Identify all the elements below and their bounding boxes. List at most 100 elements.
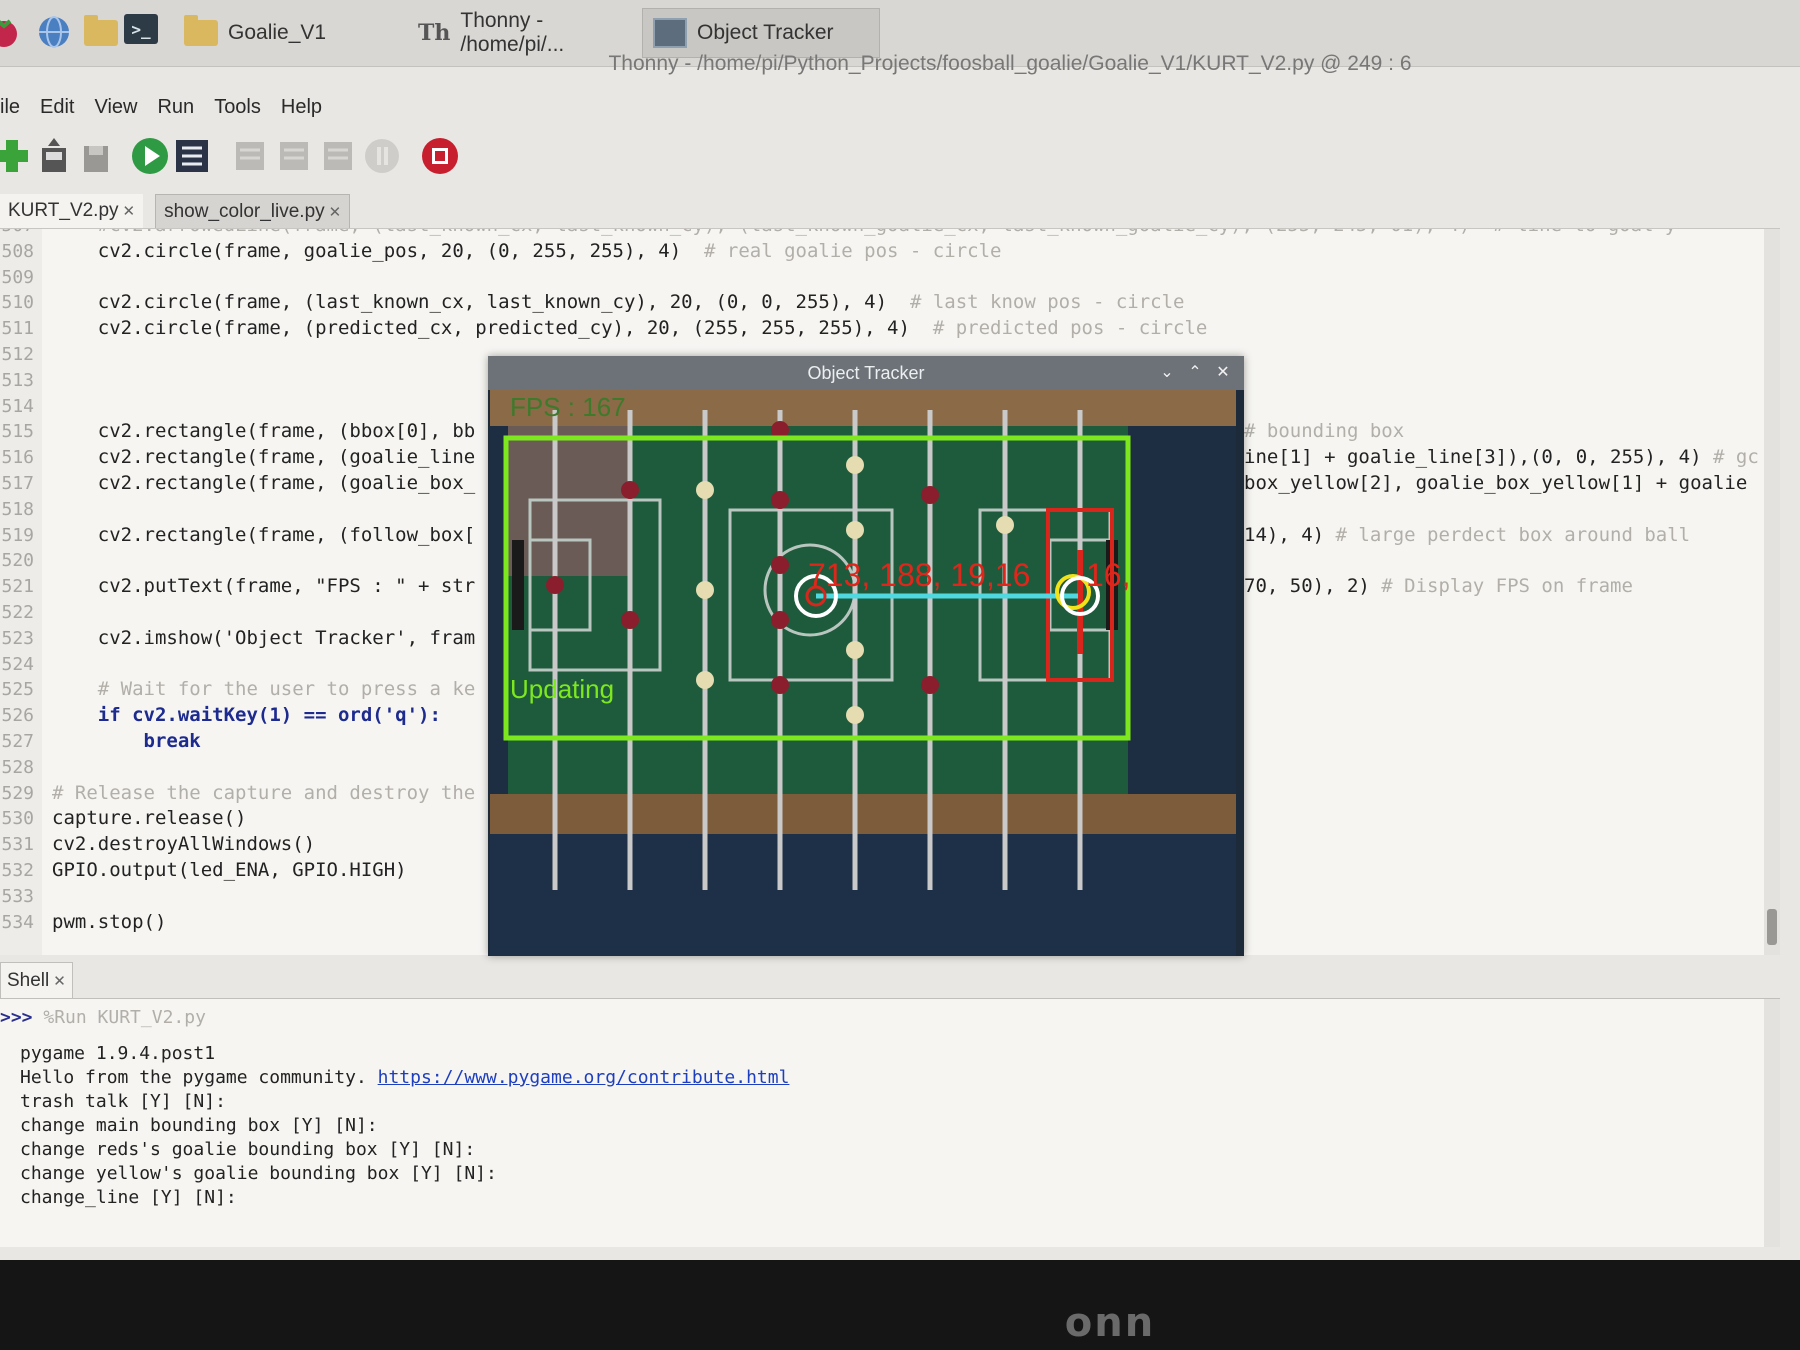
code-comment: # large perdect box around ball: [1335, 523, 1691, 546]
menu-run[interactable]: Run: [157, 94, 194, 121]
line-number: 507: [0, 229, 34, 236]
shell-panel[interactable]: >>> %Run KURT_V2.py pygame 1.9.4.post1 H…: [0, 998, 1780, 1247]
code-text: cv2.rectangle(frame, (follow_box[: [52, 523, 476, 546]
code-text: capture.release(): [52, 807, 247, 830]
taskbar-task-goalie-folder[interactable]: Goalie_V1: [174, 8, 392, 58]
maximize-icon[interactable]: ⌃: [1182, 356, 1208, 390]
close-icon[interactable]: ✕: [53, 972, 66, 990]
code-fragment: # bounding box: [1244, 420, 1404, 442]
tracker-title-bar[interactable]: Object Tracker: [488, 356, 1244, 390]
line-number: 520: [1, 550, 34, 572]
menu-help[interactable]: Help: [281, 94, 322, 121]
code-text: cv2.rectangle(frame, (goalie_box_: [52, 472, 476, 494]
code-text: cv2.circle(frame, (last_known_cx, last_k…: [52, 291, 910, 314]
code-fragment: ine[1] + goalie_line[3]),(0, 0, 255), 4)…: [1244, 446, 1759, 468]
line-number: 517: [1, 473, 34, 494]
code-line: # Release the capture and destroy the: [52, 782, 475, 804]
raspberry-menu-icon[interactable]: [0, 14, 22, 50]
shell-scrollbar[interactable]: [1764, 999, 1780, 1247]
code-line: cv2.rectangle(frame, (bbox[0], bb: [52, 420, 476, 443]
line-number: 525: [1, 679, 34, 701]
code-text: cv2.putText(frame, "FPS : " + str: [52, 575, 476, 598]
line-number: 528: [1, 756, 34, 778]
desktop-screen: >_ Goalie_V1 Th Thonny - /home/pi/... Ob…: [0, 0, 1800, 1350]
tab-label: KURT_V2.py: [8, 200, 119, 221]
monitor-bezel: [0, 1260, 1800, 1350]
line-number: 519: [1, 524, 34, 546]
code-text: break: [52, 730, 201, 752]
goalie-coords-text: 16,: [1086, 557, 1130, 593]
table-rim-bottom: [490, 794, 1236, 834]
step-into-icon[interactable]: [274, 136, 314, 176]
line-number: 522: [1, 602, 34, 623]
code-line: pwm.stop(): [52, 911, 166, 933]
step-out-icon[interactable]: [318, 136, 358, 176]
code-line: cv2.rectangle(frame, (goalie_line: [52, 446, 476, 469]
tab-shell[interactable]: Shell ✕: [0, 962, 73, 999]
load-file-icon[interactable]: [34, 136, 74, 176]
line-number: 534: [1, 911, 34, 933]
code-line: cv2.imshow('Object Tracker', fram: [52, 627, 476, 649]
tab-show-color-live[interactable]: show_color_live.py ✕: [155, 194, 351, 228]
menu-file[interactable]: ile: [0, 94, 20, 121]
line-number: 532: [1, 860, 34, 881]
line-number: 524: [1, 653, 34, 675]
code-line: cv2.circle(frame, (predicted_cx, predict…: [52, 317, 1208, 340]
line-number: 518: [1, 498, 34, 520]
code-comment: # gc: [1713, 446, 1759, 469]
ball-coords-text: 713, 188, 19,16: [808, 557, 1030, 593]
debug-icon[interactable]: [172, 136, 212, 176]
line-number: 529: [1, 782, 34, 804]
tab-kurt-v2[interactable]: KURT_V2.py ✕: [0, 194, 144, 228]
taskbar-task-object-tracker[interactable]: Object Tracker: [642, 8, 880, 58]
save-file-icon[interactable]: [76, 136, 116, 176]
floor-area: [490, 834, 1236, 956]
line-number: 510: [1, 292, 34, 314]
code-comment: # last know pos - circle: [909, 291, 1185, 314]
line-number: 521: [1, 576, 34, 598]
pygame-contribute-link[interactable]: https://www.pygame.org/contribute.html: [378, 1067, 790, 1088]
menu-edit[interactable]: Edit: [40, 94, 74, 121]
code-text: cv2.rectangle(frame, (bbox[0], bb: [52, 420, 476, 443]
taskbar-task-label: Goalie_V1: [228, 21, 327, 44]
resume-icon[interactable]: [362, 136, 402, 176]
code-text: pwm.stop(): [52, 910, 167, 933]
close-icon[interactable]: ✕: [1210, 356, 1236, 390]
status-text: Updating: [510, 674, 614, 704]
code-text: if cv2.waitKey(1) == ord('q'):: [52, 704, 441, 727]
close-icon[interactable]: ✕: [329, 203, 342, 221]
step-over-icon[interactable]: [230, 136, 270, 176]
editor-scrollbar-thumb[interactable]: [1767, 909, 1777, 945]
minimize-icon[interactable]: ⌄: [1154, 356, 1180, 390]
code-text: cv2.rectangle(frame, (goalie_line: [52, 446, 476, 469]
editor-tabs: KURT_V2.py ✕ show_color_live.py ✕: [0, 194, 351, 228]
close-icon[interactable]: ✕: [123, 202, 136, 220]
code-text: 14), 4): [1244, 523, 1336, 546]
shell-output-line: change reds's goalie bounding box [Y] [N…: [20, 1139, 476, 1160]
taskbar-task-thonny[interactable]: Th Thonny - /home/pi/...: [408, 8, 642, 58]
shell-output-line: trash talk [Y] [N]:: [20, 1091, 226, 1112]
stop-icon[interactable]: [420, 136, 460, 176]
menu-view[interactable]: View: [94, 94, 137, 121]
code-comment: # Release the capture and destroy the: [52, 781, 476, 804]
terminal-icon[interactable]: >_: [124, 14, 160, 50]
code-comment: # predicted pos - circle: [932, 317, 1208, 340]
globe-browser-icon[interactable]: [36, 14, 72, 50]
shell-output-line: change main bounding box [Y] [N]:: [20, 1115, 378, 1136]
new-file-icon[interactable]: [0, 136, 32, 176]
file-manager-icon[interactable]: [84, 14, 120, 50]
code-fragment: 70, 50), 2) # Display FPS on frame: [1244, 575, 1633, 597]
line-number: 512: [1, 344, 34, 365]
code-line: # Wait for the user to press a ke: [52, 678, 476, 700]
monitor-brand-logo: onn: [1064, 1300, 1156, 1346]
line-number: 511: [1, 318, 34, 340]
code-line: cv2.destroyAllWindows(): [52, 833, 315, 855]
code-line: cv2.putText(frame, "FPS : " + str: [52, 575, 476, 598]
taskbar-task-label: Object Tracker: [697, 21, 834, 44]
editor-scrollbar[interactable]: [1764, 229, 1780, 955]
window-title: Thonny - /home/pi/Python_Projects/foosba…: [608, 52, 1412, 75]
line-number: 531: [1, 834, 34, 856]
menu-tools[interactable]: Tools: [214, 94, 261, 121]
run-icon[interactable]: [130, 136, 170, 176]
object-tracker-window[interactable]: Object Tracker ⌄ ⌃ ✕ FPS: 167 713, 188,…: [488, 356, 1244, 956]
